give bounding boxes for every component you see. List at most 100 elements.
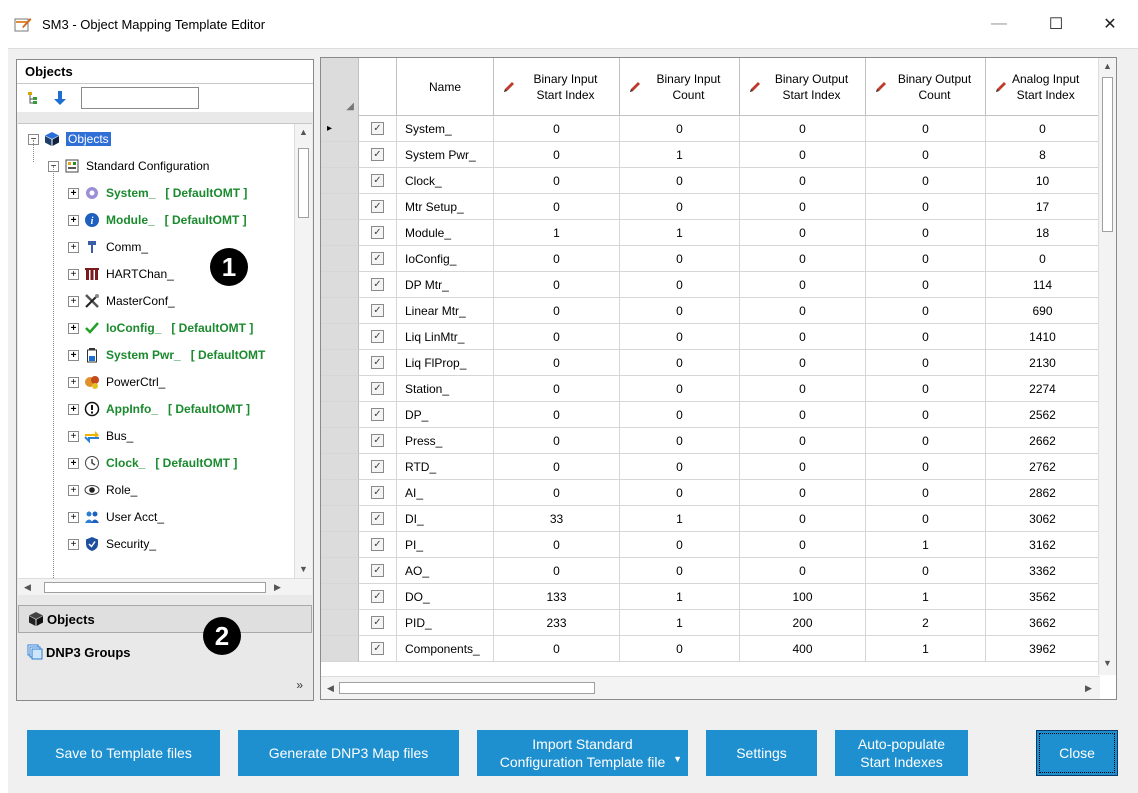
value-cell[interactable]: 0 [740,402,866,428]
value-cell[interactable]: 1 [866,532,986,558]
tree-item[interactable]: + System Pwr_ [ DefaultOMT [68,342,265,368]
table-row[interactable]: ✓ Liq FlProp_ 0 0 0 0 2130 [321,350,1100,376]
row-checkbox[interactable]: ✓ [371,538,384,551]
value-cell[interactable]: 0 [620,480,740,506]
table-row[interactable]: ✓ Press_ 0 0 0 0 2662 [321,428,1100,454]
table-row[interactable]: ✓ DO_ 133 1 100 1 3562 [321,584,1100,610]
name-cell[interactable]: PID_ [397,610,494,636]
tree-item[interactable]: + IoConfig_ [ DefaultOMT ] [68,315,253,341]
tree-item[interactable]: + PowerCtrl_ [68,369,165,395]
row-checkbox[interactable]: ✓ [371,382,384,395]
scroll-down-icon[interactable]: ▼ [1103,658,1112,668]
value-cell[interactable]: 0 [494,428,620,454]
name-cell[interactable]: Components_ [397,636,494,662]
name-cell[interactable]: Linear Mtr_ [397,298,494,324]
row-checkbox[interactable]: ✓ [371,434,384,447]
row-checkbox[interactable]: ✓ [371,356,384,369]
value-cell[interactable]: 0 [620,454,740,480]
maximize-button[interactable]: ☐ [1036,10,1076,38]
table-row[interactable]: ✓ Linear Mtr_ 0 0 0 0 690 [321,298,1100,324]
value-cell[interactable]: 0 [620,298,740,324]
table-row[interactable]: ✓ Module_ 1 1 0 0 18 [321,220,1100,246]
value-cell[interactable]: 33 [494,506,620,532]
value-cell[interactable]: 0 [866,506,986,532]
grid-horizontal-scrollbar[interactable]: ◀ ▶ [321,676,1100,699]
value-cell[interactable]: 0 [620,636,740,662]
value-cell[interactable]: 0 [494,454,620,480]
value-cell[interactable]: 0 [740,532,866,558]
value-cell[interactable]: 0 [866,194,986,220]
value-cell[interactable]: 690 [986,298,1100,324]
value-cell[interactable]: 0 [740,116,866,142]
table-row[interactable]: ✓ System Pwr_ 0 1 0 0 8 [321,142,1100,168]
row-header[interactable] [321,610,359,636]
import-template-button[interactable]: Import Standard Configuration Template f… [477,730,688,776]
value-cell[interactable]: 0 [620,402,740,428]
value-cell[interactable]: 0 [620,428,740,454]
minimize-button[interactable]: — [979,10,1019,38]
grid-vertical-scrollbar[interactable]: ▲ ▼ [1098,58,1116,675]
value-cell[interactable]: 0 [494,272,620,298]
row-checkbox[interactable]: ✓ [371,252,384,265]
row-header[interactable] [321,194,359,220]
expand-toggle-icon[interactable]: + [68,268,79,280]
value-cell[interactable]: 0 [494,636,620,662]
name-cell[interactable]: PI_ [397,532,494,558]
expand-toggle-icon[interactable]: + [68,430,79,442]
value-cell[interactable]: 0 [866,402,986,428]
value-cell[interactable]: 0 [740,480,866,506]
row-checkbox[interactable]: ✓ [371,304,384,317]
tree-item[interactable]: + i Module_ [ DefaultOMT ] [68,207,247,233]
value-cell[interactable]: 0 [866,142,986,168]
scroll-down-icon[interactable]: ▼ [299,564,308,574]
save-template-button[interactable]: Save to Template files [27,730,220,776]
value-cell[interactable]: 0 [620,532,740,558]
value-cell[interactable]: 0 [494,324,620,350]
expand-toggle-icon[interactable]: + [68,349,79,361]
value-cell[interactable]: 0 [494,194,620,220]
scroll-left-icon[interactable]: ◀ [327,683,334,694]
value-cell[interactable]: 0 [740,428,866,454]
value-cell[interactable]: 0 [740,298,866,324]
tree-item[interactable]: + Bus_ [68,423,133,449]
name-cell[interactable]: Liq LinMtr_ [397,324,494,350]
row-header[interactable] [321,376,359,402]
tree-horizontal-scrollbar[interactable]: ◀ ▶ [18,578,312,595]
value-cell[interactable]: 8 [986,142,1100,168]
auto-populate-button[interactable]: Auto-populate Start Indexes [835,730,968,776]
tree-item[interactable]: + Security_ [68,531,156,557]
value-cell[interactable]: 0 [494,558,620,584]
name-cell[interactable]: System_ [397,116,494,142]
row-header[interactable] [321,532,359,558]
table-row[interactable]: ✓ RTD_ 0 0 0 0 2762 [321,454,1100,480]
value-cell[interactable]: 0 [866,116,986,142]
value-cell[interactable]: 0 [494,532,620,558]
value-cell[interactable]: 1410 [986,324,1100,350]
value-cell[interactable]: 0 [740,324,866,350]
row-header[interactable] [321,142,359,168]
value-cell[interactable]: 0 [620,324,740,350]
close-window-button[interactable]: ✕ [1090,10,1130,38]
row-checkbox[interactable]: ✓ [371,226,384,239]
tree-search-input[interactable] [81,87,199,109]
scroll-up-icon[interactable]: ▲ [299,127,308,137]
value-cell[interactable]: 2662 [986,428,1100,454]
tree-view-icon[interactable] [25,89,43,107]
expand-chevron-icon[interactable]: » [296,678,303,692]
row-header[interactable] [321,428,359,454]
row-header[interactable] [321,584,359,610]
value-cell[interactable]: 0 [494,402,620,428]
row-checkbox[interactable]: ✓ [371,642,384,655]
row-header[interactable] [321,506,359,532]
value-cell[interactable]: 1 [866,636,986,662]
scroll-right-icon[interactable]: ▶ [1085,683,1092,694]
value-cell[interactable]: 0 [866,558,986,584]
tree-item[interactable]: + System_ [ DefaultOMT ] [68,180,247,206]
column-header[interactable]: Analog Input Start Index [986,58,1100,116]
table-row[interactable]: ✓ Station_ 0 0 0 0 2274 [321,376,1100,402]
scroll-left-icon[interactable]: ◀ [24,582,31,593]
name-cell[interactable]: DP Mtr_ [397,272,494,298]
sort-down-icon[interactable] [51,89,69,107]
row-header[interactable] [321,558,359,584]
column-header[interactable]: Name [397,58,494,116]
